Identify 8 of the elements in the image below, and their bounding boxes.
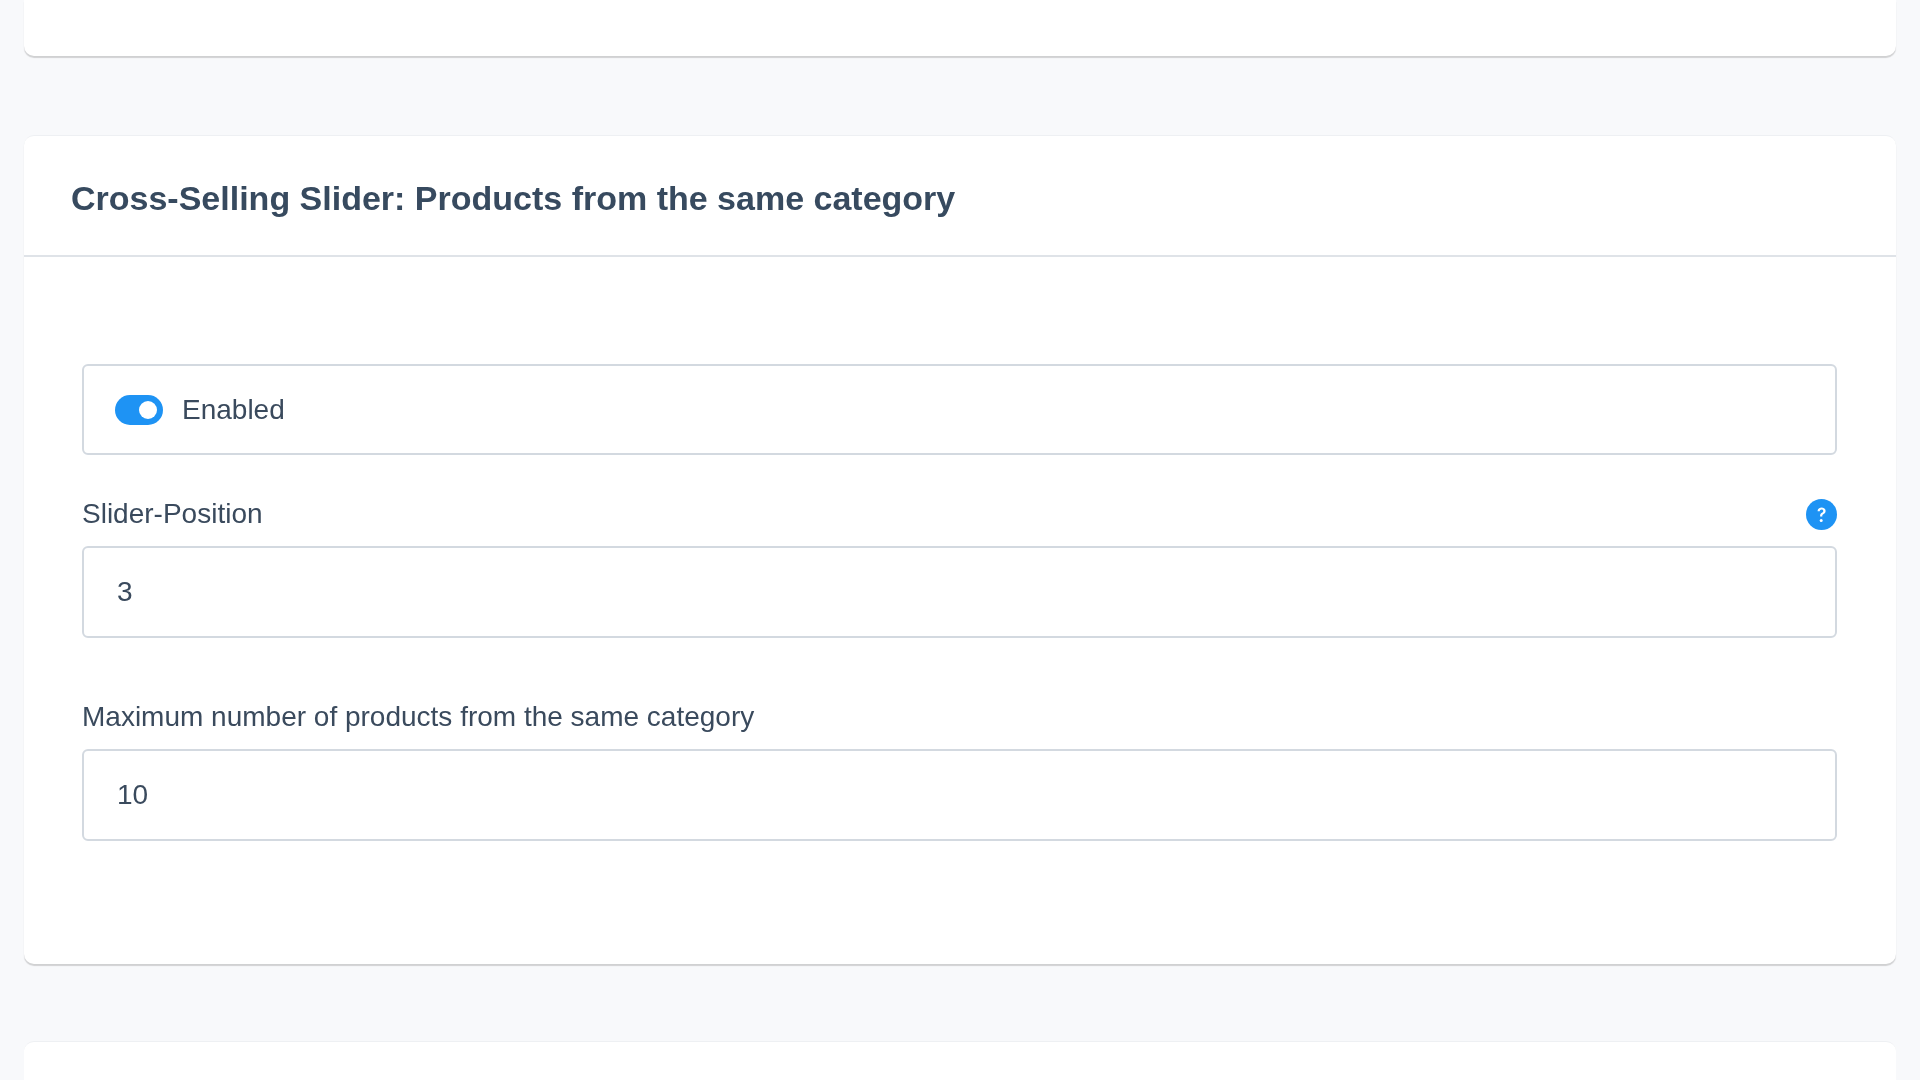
input-field[interactable]: 3 <box>82 546 1837 638</box>
toggle-label: Enabled <box>182 395 285 424</box>
field-label: Slider-Position <box>82 500 263 528</box>
help-icon[interactable] <box>1806 498 1837 530</box>
toggle-switch[interactable] <box>115 394 163 425</box>
field-label: Maximum number of products from the same category <box>82 703 755 731</box>
input-field[interactable]: 10 <box>82 749 1837 841</box>
section-title: Cross-Selling Slider: Products from the same category <box>71 180 956 215</box>
